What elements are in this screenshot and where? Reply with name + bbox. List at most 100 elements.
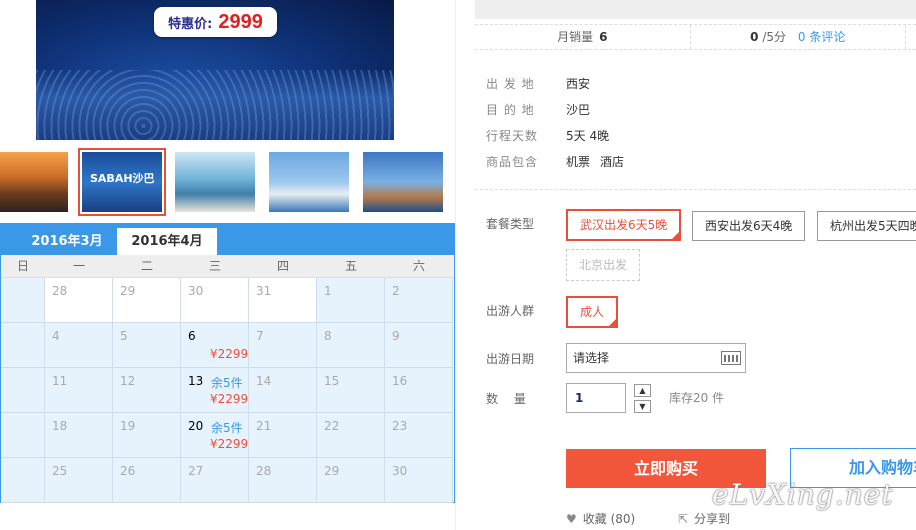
days-label: 行程天数 [486, 128, 539, 143]
calendar-day-number: 19 [120, 419, 136, 433]
calendar-day-cell: 15 [317, 368, 385, 413]
calendar-day-number: 16 [392, 374, 408, 388]
calendar-day-number: 12 [120, 374, 136, 388]
calendar-day-cell: 2 [385, 278, 453, 323]
calendar-day-number: 20 [188, 419, 204, 433]
reef-graphic [36, 70, 394, 140]
dest-label: 目 的 地 [486, 102, 535, 117]
calendar-day-cell: 28 [249, 458, 317, 503]
weekday-sat: 六 [412, 259, 425, 273]
price-tag-label: 特惠价: [168, 16, 213, 32]
calendar-day-number: 9 [392, 329, 400, 343]
dest-value: 沙巴 [566, 102, 591, 117]
share-label: 分享到 [694, 512, 731, 526]
package-option-beijing[interactable]: 北京出发 [566, 249, 641, 281]
depart-value: 西安 [566, 76, 591, 91]
rating-suffix: /5分 [762, 30, 787, 44]
calendar-day-number: 27 [188, 464, 204, 478]
calendar-day-cell [1, 368, 45, 413]
column-divider [455, 0, 456, 530]
calendar-day-number: 26 [120, 464, 136, 478]
calendar-day-stock: 余5件 [211, 421, 243, 435]
heart-icon: ♥ [566, 512, 577, 526]
calendar-day-number: 7 [256, 329, 264, 343]
stats-bar: 月销量 6 0 /5分 0 条评论 [475, 24, 916, 50]
date-placeholder: 请选择 [573, 351, 610, 365]
thumbnail-4[interactable] [269, 152, 349, 212]
info-row-destination: 目 的 地 沙巴 [486, 96, 634, 122]
favorite-button[interactable]: ♥ 收藏 (80) [566, 510, 635, 527]
thumbnail-2-selected[interactable]: SABAH沙巴 [78, 148, 166, 216]
incl-label: 商品包含 [486, 154, 539, 169]
tab-march[interactable]: 2016年3月 [17, 228, 117, 255]
thumbnail-5[interactable] [363, 152, 443, 212]
share-button[interactable]: ⇱ 分享到 [678, 510, 730, 527]
quantity-label: 数 量 [486, 392, 526, 406]
rating-value: 0 [750, 30, 759, 44]
thumbnail-1[interactable] [0, 152, 68, 212]
sales-label: 月销量 [557, 30, 594, 44]
price-tag: 特惠价: 2999 [154, 7, 277, 37]
calendar-day-number: 25 [52, 464, 68, 478]
calendar-day-number: 6 [188, 329, 196, 343]
weekday-fri: 五 [344, 259, 357, 273]
calendar-day-cell: 27 [181, 458, 249, 503]
crowd-option-adult[interactable]: 成人 [566, 296, 619, 328]
calendar-day-number: 5 [120, 329, 128, 343]
calendar-day-cell[interactable]: 20 余5件 ¥2299 [181, 413, 249, 458]
calendar-day-cell [1, 458, 45, 503]
calendar-day-stock: 余5件 [211, 376, 243, 390]
favorite-label: 收藏 (80) [582, 512, 636, 526]
incl-flight: 机票 [566, 154, 591, 169]
weekday-sun: 日 [16, 259, 29, 273]
calendar-day-number: 18 [52, 419, 68, 433]
thumbnail-2-text: SABAH沙巴 [90, 172, 155, 185]
calendar-day-cell[interactable]: 13 余5件 ¥2299 [181, 368, 249, 413]
rating: 0 /5分 0 条评论 [691, 25, 906, 49]
calendar-day-cell: 30 [385, 458, 453, 503]
calendar-day-cell: 14 [249, 368, 317, 413]
calendar-day-price: ¥2299 [210, 437, 249, 451]
package-option-xian[interactable]: 西安出发6天4晚 [692, 211, 806, 241]
weekday-thu: 四 [276, 259, 289, 273]
package-option-hangzhou[interactable]: 杭州出发5天四晚 [817, 211, 916, 241]
quantity-down-icon[interactable]: ▼ [634, 400, 651, 413]
date-select-input[interactable]: 请选择 [566, 343, 746, 373]
calendar-day-cell [1, 413, 45, 458]
incl-values: 机票 酒店 [566, 153, 634, 170]
package-option-wuhan[interactable]: 武汉出发6天5晚 [566, 209, 682, 241]
calendar-day-number: 29 [324, 464, 340, 478]
tab-april[interactable]: 2016年4月 [117, 228, 217, 255]
calendar-day-cell: 30 [181, 278, 249, 323]
price-tag-value: 2999 [218, 10, 263, 33]
calendar-day-price: ¥2299 [210, 347, 249, 361]
calendar-day-number: 2 [392, 284, 400, 298]
calendar-day-cell: 26 [113, 458, 181, 503]
calendar-weekday-header: 日 一 二 三 四 五 六 [1, 255, 454, 278]
calendar-day-cell: 11 [45, 368, 113, 413]
calendar-day-cell[interactable]: 6 ¥2299 [181, 323, 249, 368]
package-type-label: 套餐类型 [486, 217, 535, 231]
calendar-grid: 28 29 30 31 1 2 4 5 6 ¥2299 7 8 9 11 12 13 余5件 ¥2299 14 15 1… [1, 278, 454, 503]
product-page: 特惠价: 2999 SABAH沙巴 2016年3月 2016年4月 日 一 二 … [0, 0, 916, 530]
calendar-day-number: 30 [392, 464, 408, 478]
calendar-icon[interactable] [721, 351, 741, 365]
thumbnail-3[interactable] [175, 152, 255, 212]
quantity-up-icon[interactable]: ▲ [634, 384, 651, 397]
calendar-day-cell [1, 323, 45, 368]
comments-link[interactable]: 0 条评论 [798, 30, 845, 44]
calendar-day-number: 15 [324, 374, 340, 388]
calendar-day-number: 30 [188, 284, 204, 298]
calendar-day-cell: 12 [113, 368, 181, 413]
section-divider [475, 189, 916, 190]
calendar-tabs: 2016年3月 2016年4月 [1, 224, 454, 255]
stats-spacer [906, 25, 916, 49]
calendar-day-cell: 5 [113, 323, 181, 368]
watermark: eLvXing.net [712, 478, 894, 511]
thumbnail-strip: SABAH沙巴 [0, 148, 455, 216]
calendar-day-cell: 19 [113, 413, 181, 458]
quantity-input[interactable]: 1 [566, 383, 626, 413]
calendar-day-cell: 28 [45, 278, 113, 323]
calendar-day-cell: 7 [249, 323, 317, 368]
calendar-day-cell: 9 [385, 323, 453, 368]
